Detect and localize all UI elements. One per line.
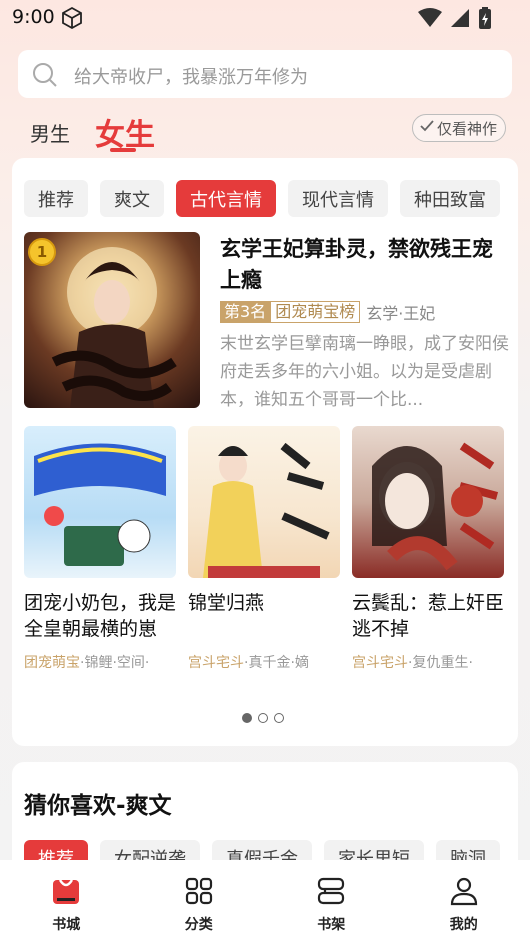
category-tab[interactable]: 推荐 — [24, 180, 88, 217]
nav-bookshelf[interactable]: 书架 — [265, 860, 398, 942]
carousel-dot[interactable] — [274, 713, 284, 723]
featured-book-desc: 末世玄学巨擘南璃一睁眼，成了安阳侯府走丢多年的六小姐。以为是受虐剧本，谁知五个哥… — [220, 334, 509, 410]
nav-label: 书架 — [317, 917, 346, 933]
nav-bookstore[interactable]: 书城 — [0, 860, 133, 942]
status-bar: 9:00 — [0, 0, 530, 36]
user-icon — [449, 876, 479, 910]
nav-label: 分类 — [184, 917, 213, 933]
carousel-dots — [242, 713, 284, 723]
nav-profile[interactable]: 我的 — [398, 860, 530, 942]
book-title[interactable]: 团宠小奶包，我是全皇朝最横的崽 — [24, 590, 176, 642]
search-input[interactable]: 给大帝收尸，我暴涨万年修为 — [74, 63, 308, 89]
category-tab[interactable]: 现代言情 — [288, 180, 388, 217]
only-masterpiece-toggle[interactable]: 仅看神作 — [411, 114, 506, 142]
book-tags: 宫斗宅斗·真千金·嫡 — [188, 652, 340, 672]
tab-indicator — [110, 148, 136, 152]
nav-label: 书城 — [52, 917, 81, 933]
book-title[interactable]: 云鬓乱：惹上奸臣逃不掉 — [352, 590, 504, 642]
battery-icon — [478, 7, 492, 33]
featured-genre: 玄学·王妃 — [366, 304, 436, 323]
rank-medal-icon: 1 — [28, 238, 56, 266]
category-tab[interactable]: 种田致富 — [400, 180, 500, 217]
check-icon — [419, 118, 435, 138]
tab-male[interactable]: 男生 — [30, 118, 70, 147]
bookstore-icon — [51, 876, 81, 910]
book-title[interactable]: 锦堂归燕 — [188, 590, 340, 616]
wifi-icon — [418, 8, 442, 32]
status-time: 9:00 — [12, 6, 55, 28]
book-item[interactable]: 团宠小奶包，我是全皇朝最横的崽 团宠萌宝·锦鲤·空间· — [24, 426, 176, 672]
bottom-nav: 书城 分类 书架 我的 — [0, 860, 530, 942]
carousel-dot-active[interactable] — [242, 713, 252, 723]
grid-icon — [184, 876, 214, 910]
book-cover[interactable] — [352, 426, 504, 578]
rank-list-badge[interactable]: 团宠萌宝榜 — [270, 301, 361, 323]
book-tags: 团宠萌宝·锦鲤·空间· — [24, 652, 176, 672]
bookshelf-icon — [316, 876, 346, 910]
book-tag-primary: 团宠萌宝 — [24, 655, 80, 671]
nav-category[interactable]: 分类 — [133, 860, 266, 942]
book-tag-rest: ·复仇重生· — [408, 655, 473, 671]
ranking-card: 推荐 爽文 古代言情 现代言情 种田致富 1 玄学王妃算卦灵，禁欲残王宠上瘾 第… — [12, 158, 518, 746]
featured-book-tags: 第3名 团宠萌宝榜 玄学·王妃 — [220, 300, 435, 324]
book-cover[interactable] — [188, 426, 340, 578]
nav-label: 我的 — [449, 917, 478, 933]
category-tab[interactable]: 爽文 — [100, 180, 164, 217]
category-tabs: 推荐 爽文 古代言情 现代言情 种田致富 — [24, 180, 500, 217]
carousel-dot[interactable] — [258, 713, 268, 723]
signal-icon — [450, 8, 470, 32]
cube-icon — [60, 6, 84, 34]
book-tag-primary: 宫斗宅斗 — [352, 655, 408, 671]
only-masterpiece-label: 仅看神作 — [436, 119, 497, 138]
category-tab-active[interactable]: 古代言情 — [176, 180, 276, 217]
book-tag-rest: ·真千金·嫡 — [244, 655, 309, 671]
featured-book-title[interactable]: 玄学王妃算卦灵，禁欲残王宠上瘾 — [220, 234, 510, 296]
rank-badge: 第3名 — [220, 301, 271, 323]
book-tag-rest: ·锦鲤·空间· — [80, 655, 150, 671]
search-bar[interactable]: 给大帝收尸，我暴涨万年修为 — [18, 50, 512, 98]
book-tag-primary: 宫斗宅斗 — [188, 655, 244, 671]
featured-book-cover[interactable]: 1 — [24, 232, 200, 408]
section-title: 猜你喜欢-爽文 — [24, 793, 172, 819]
search-icon — [32, 62, 58, 92]
book-item[interactable]: 云鬓乱：惹上奸臣逃不掉 宫斗宅斗·复仇重生· — [352, 426, 504, 672]
book-cover[interactable] — [24, 426, 176, 578]
book-item[interactable]: 锦堂归燕 宫斗宅斗·真千金·嫡 — [188, 426, 340, 672]
book-tags: 宫斗宅斗·复仇重生· — [352, 652, 504, 672]
